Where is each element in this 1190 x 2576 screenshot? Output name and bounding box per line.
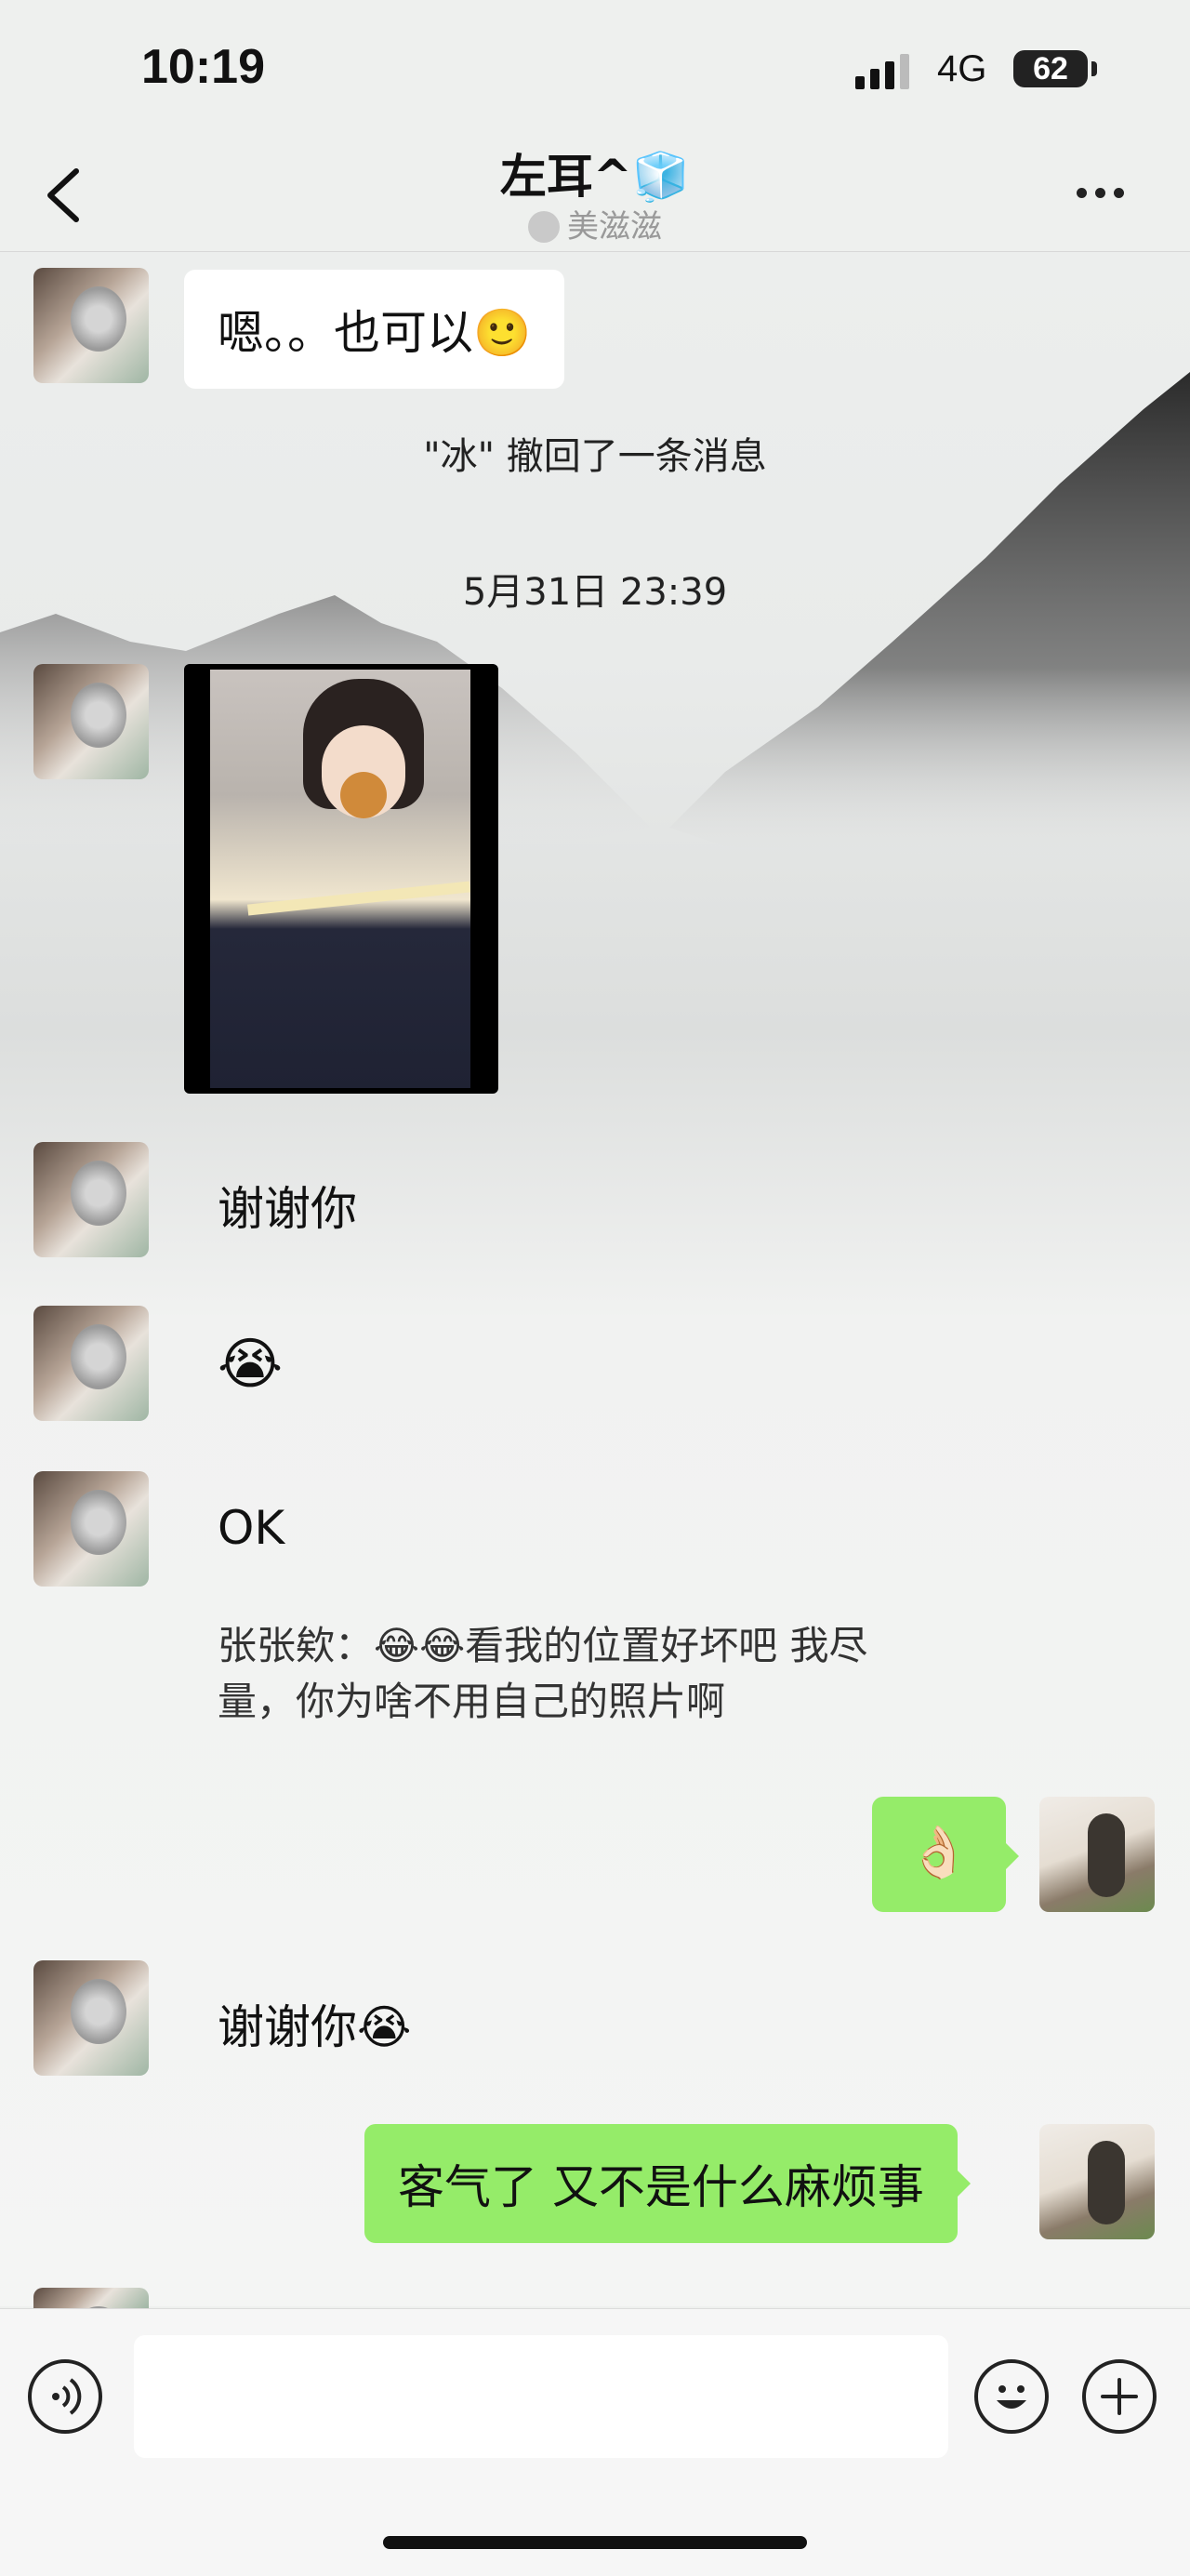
cookie-sticker [340,772,387,818]
message-text-other[interactable]: OK [218,1501,284,1555]
status-face-icon [528,211,560,243]
chat-subtitle-text: 美滋滋 [567,208,662,246]
network-type: 4G [937,48,987,89]
message-bubble-other[interactable]: 嗯。。也可以🙂 [184,270,565,389]
chat-subtitle: 美滋滋 [0,201,1190,246]
home-indicator[interactable] [383,2536,807,2549]
photo-shirt [247,881,470,916]
plus-glyph [1101,2378,1138,2415]
battery-icon: 62 [1013,50,1088,87]
chat-header: 左耳^🧊 美滋滋 [0,130,1190,252]
plus-icon[interactable] [1082,2359,1157,2434]
signal-icon [855,54,909,89]
avatar-self[interactable] [1039,1797,1155,1912]
status-time: 10:19 [141,40,265,94]
avatar-other[interactable] [33,268,149,383]
photo-content [210,670,470,1088]
chat-wallpaper [0,251,1190,2306]
avatar-other[interactable] [33,1142,149,1257]
avatar-other[interactable] [33,1960,149,2076]
crying-emoji-message[interactable]: 😭 [218,1332,283,1397]
message-bubble-self[interactable]: 客气了 又不是什么麻烦事 [364,2124,971,2243]
system-recall-notice: "冰" 撤回了一条消息 [423,435,767,478]
message-input[interactable] [134,2335,948,2458]
avatar-other-partial [33,2288,149,2308]
message-bubble-self[interactable]: 👌🏻 [872,1797,1019,1912]
message-text-other[interactable]: 谢谢你😭 [218,1990,411,2057]
message-timestamp: 5月31日 23:39 [462,571,728,614]
avatar-self[interactable] [1039,2124,1155,2239]
avatar-other[interactable] [33,1306,149,1421]
quoted-message[interactable]: 张张欸：😂😂看我的位置好坏吧 我尽量，你为啥不用自己的照片啊 [218,1618,943,1730]
avatar-other[interactable] [33,1471,149,1587]
image-message[interactable] [184,664,498,1094]
emoji-glyph [997,2385,1026,2409]
chat-title: 左耳^🧊 [499,150,691,204]
more-icon[interactable] [1077,184,1142,212]
voice-icon[interactable] [28,2359,102,2434]
status-bar: 10:19 4G 62 [0,0,1190,139]
battery-cap [1091,61,1097,76]
voice-glyph [52,2378,82,2415]
emoji-icon[interactable] [974,2359,1049,2434]
chat-input-bar [0,2308,1190,2576]
mountain-wallpaper [0,372,1190,865]
message-text-other[interactable]: 谢谢你 [218,1172,357,1239]
avatar-other[interactable] [33,664,149,779]
